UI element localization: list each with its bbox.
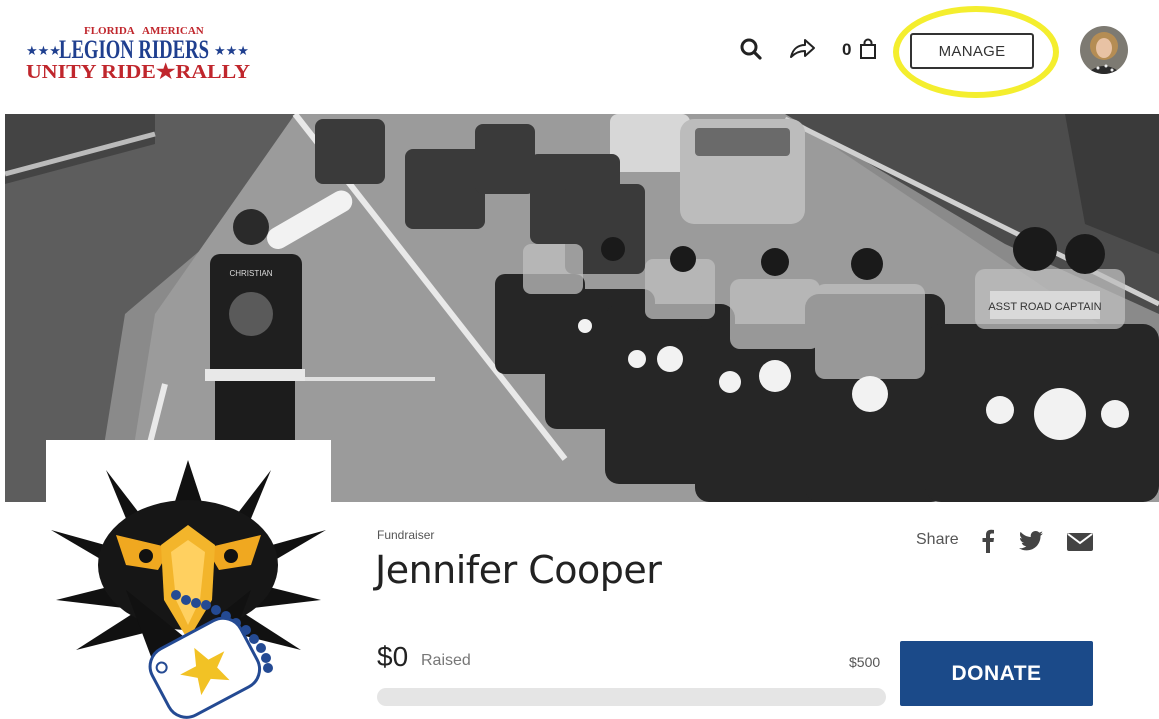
raised-label: Raised <box>421 652 471 669</box>
search-icon[interactable] <box>737 34 765 64</box>
share-arrow-icon[interactable] <box>788 34 816 64</box>
fundraiser-name: Jennifer Cooper <box>375 548 662 592</box>
user-avatar[interactable] <box>1080 26 1128 74</box>
facebook-icon[interactable] <box>978 528 998 554</box>
shopping-bag-icon[interactable] <box>857 34 879 64</box>
logo-text-unity-ride-rally: UNITY RIDE★RALLY <box>26 61 251 82</box>
logo-stars-right: ★★★ <box>214 43 249 58</box>
cart-count: 0 <box>842 40 852 59</box>
goal-amount: $500 <box>849 654 881 670</box>
donate-button[interactable]: DONATE <box>900 641 1093 706</box>
site-header: FLORIDA AMERICAN ★★★ LEGION RIDERS ★★★ U… <box>0 0 1159 112</box>
vest-label: CHRISTIAN <box>229 269 272 278</box>
fundraiser-kicker: Fundraiser <box>377 528 435 542</box>
raised-amount: $0 <box>377 641 409 672</box>
windshield-label: ASST ROAD CAPTAIN <box>988 301 1101 313</box>
logo-text-legion-riders: LEGION RIDERS <box>59 35 209 64</box>
logo-stars-left: ★★★ <box>26 43 61 58</box>
legion-riders-logo[interactable]: FLORIDA AMERICAN ★★★ LEGION RIDERS ★★★ U… <box>24 20 254 83</box>
fundraising-progress-bar <box>377 688 886 706</box>
share-label: Share <box>916 531 959 548</box>
email-icon[interactable] <box>1066 528 1094 554</box>
manage-button[interactable]: MANAGE <box>910 33 1034 69</box>
eagle-profile-image <box>46 440 331 719</box>
twitter-icon[interactable] <box>1018 528 1044 554</box>
